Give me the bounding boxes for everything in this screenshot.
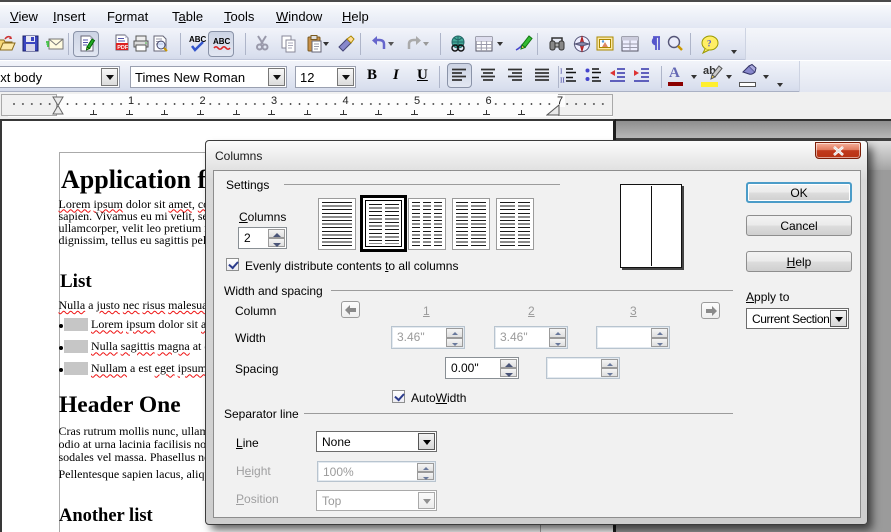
svg-text:ABC: ABC (213, 37, 231, 46)
svg-text:PDF: PDF (117, 45, 129, 51)
svg-text:?: ? (707, 39, 712, 49)
svg-text:I: I (560, 68, 563, 76)
svg-text:II: II (560, 77, 565, 85)
svg-text:ABC: ABC (189, 35, 207, 44)
